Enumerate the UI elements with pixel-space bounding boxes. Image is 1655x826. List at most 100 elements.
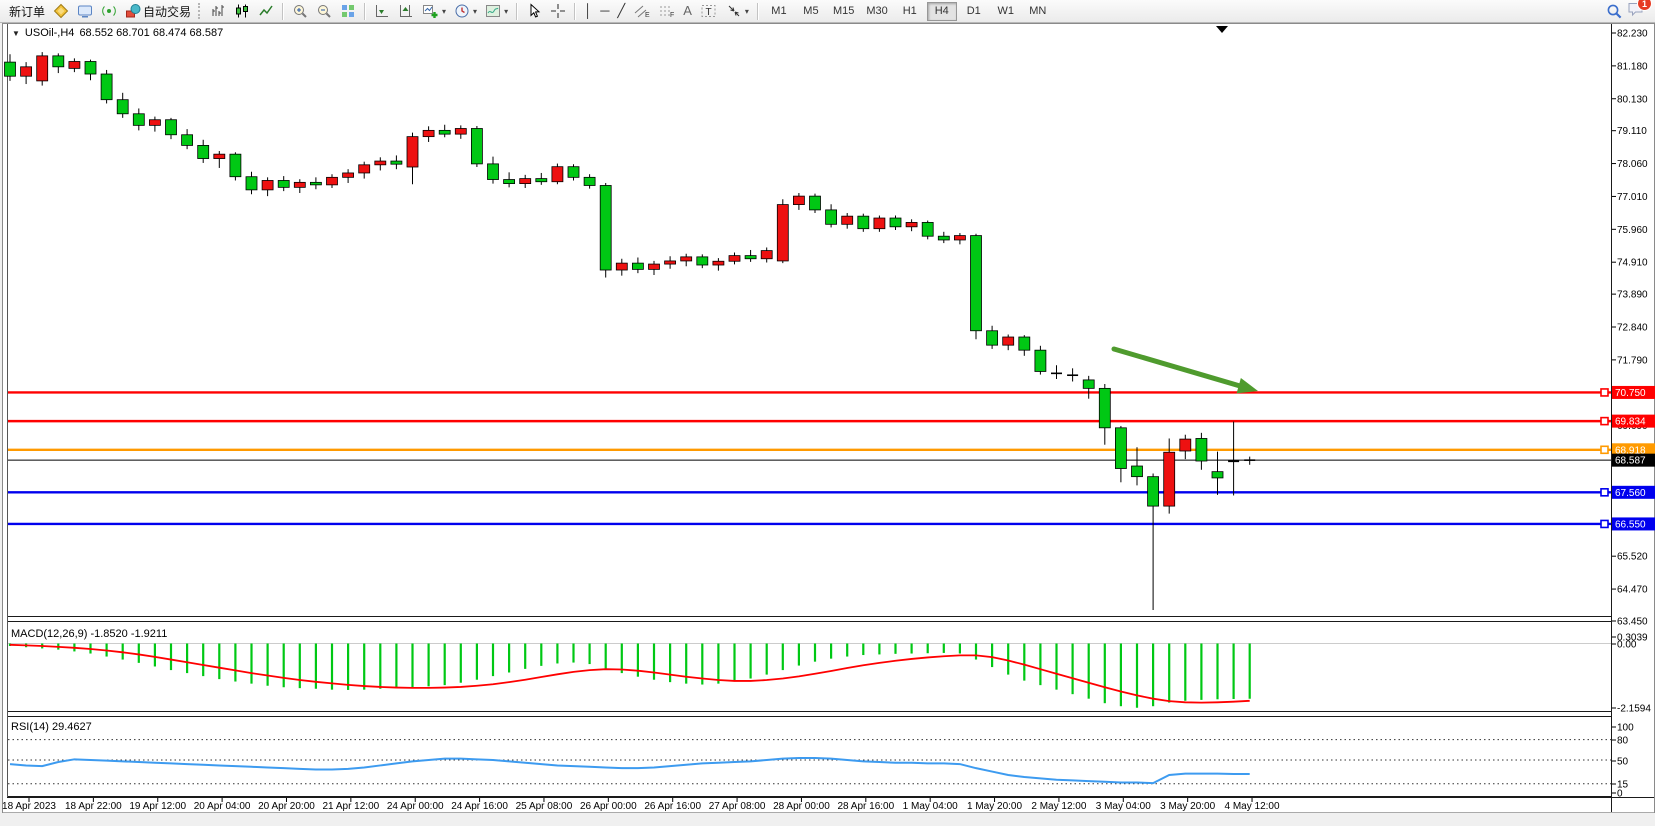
svg-text:T: T [705, 7, 711, 18]
tile-windows-button[interactable] [336, 0, 360, 22]
window-bottom-strip [3, 812, 1654, 825]
candle-body [665, 261, 676, 264]
candle-body [85, 61, 96, 74]
candle-body [278, 180, 289, 187]
auto-trading-button[interactable]: 自动交易 [121, 0, 195, 22]
candle-body [262, 180, 273, 189]
search-button[interactable] [1602, 0, 1627, 22]
chart-template-icon [485, 3, 501, 19]
notifications-button[interactable]: 1 [1627, 0, 1645, 22]
price-tag-label: 66.550 [1615, 519, 1646, 530]
crosshair-tool-button[interactable] [546, 0, 570, 22]
price-tag-label: 67.560 [1615, 488, 1646, 499]
new-chart-icon [422, 3, 439, 19]
new-order-button[interactable]: 新订单 [5, 0, 49, 22]
candlestick-mode-button[interactable] [230, 0, 254, 22]
main-toolbar: 新订单 自动交易 ▾ ▾ [0, 0, 1655, 23]
line-endpoint-marker [1601, 489, 1608, 496]
time-axis-label: 20 Apr 20:00 [258, 801, 315, 812]
timeframe-w1-button[interactable]: W1 [991, 2, 1021, 21]
arrows-icon [726, 3, 742, 19]
chevron-down-icon[interactable]: ▾ [473, 7, 477, 16]
vertical-line-tool-button[interactable]: │ [580, 0, 596, 22]
candle-body [729, 256, 740, 262]
text-label-tool-button[interactable]: T [696, 0, 722, 22]
text-tool-button[interactable]: A [679, 0, 696, 22]
candle-body [713, 261, 724, 265]
macd-indicator-label: MACD(12,26,9) -1.8520 -1.9211 [11, 628, 167, 640]
svg-text:E: E [645, 12, 650, 19]
rsi-axis-label: 100 [1617, 723, 1634, 734]
signals-button[interactable] [97, 0, 121, 22]
timeframe-mn-button[interactable]: MN [1023, 2, 1053, 21]
candle-body [777, 205, 788, 261]
timeframe-h1-button[interactable]: H1 [895, 2, 925, 21]
time-axis-label: 28 Apr 00:00 [773, 801, 830, 812]
candle-body [182, 135, 193, 146]
text-label-icon: T [700, 3, 718, 19]
candle-body [1132, 466, 1143, 477]
zoom-out-button[interactable] [312, 0, 336, 22]
bar-chart-mode-button[interactable] [206, 0, 230, 22]
timeframe-d1-button[interactable]: D1 [959, 2, 989, 21]
macd-axis-label: -2.1594 [1617, 704, 1651, 715]
toolbar-separator [574, 3, 576, 20]
title-dropdown-icon[interactable]: ▼ [12, 29, 20, 38]
fibonacci-tool-button[interactable]: F [654, 0, 679, 22]
chart-canvas[interactable]: 82.23081.18080.13079.11078.06077.01075.9… [0, 0, 1655, 826]
timeframe-m1-button[interactable]: M1 [764, 2, 794, 21]
rsi-indicator-label: RSI(14) 29.4627 [11, 721, 92, 733]
time-axis-label: 1 May 20:00 [967, 801, 1022, 812]
price-axis-tick-label: 81.180 [1617, 61, 1648, 72]
candle-body [1083, 380, 1094, 388]
line-endpoint-marker [1601, 418, 1608, 425]
time-axis-label: 26 Apr 16:00 [644, 801, 701, 812]
candlestick-icon [234, 3, 250, 19]
candle-body [697, 257, 708, 265]
rsi-axis-label: 0 [1617, 789, 1623, 800]
toolbar-separator [757, 3, 759, 20]
candle-body [423, 130, 434, 136]
time-axis-label: 26 Apr 00:00 [580, 801, 637, 812]
auto-scroll-icon [374, 3, 390, 19]
new-chart-button[interactable]: ▾ [418, 0, 450, 22]
timeframe-m30-button[interactable]: M30 [861, 2, 892, 21]
candle-body [1115, 428, 1126, 469]
toolbar-grip [198, 3, 203, 19]
gold-seal-icon [53, 3, 69, 19]
chevron-down-icon[interactable]: ▾ [745, 7, 749, 16]
chevron-down-icon[interactable]: ▾ [442, 7, 446, 16]
candle-body [906, 222, 917, 226]
candle-body [987, 331, 998, 345]
horizontal-line-tool-button[interactable]: ─ [596, 0, 613, 22]
candle-body [488, 164, 499, 180]
channel-tool-button[interactable]: E [629, 0, 654, 22]
auto-scroll-button[interactable] [370, 0, 394, 22]
cursor-tool-button[interactable] [522, 0, 546, 22]
arrows-tool-button[interactable]: ▾ [722, 0, 753, 22]
gold-seal-button[interactable] [49, 0, 73, 22]
trendline-tool-button[interactable]: ╱ [613, 0, 629, 22]
timeframe-m5-button[interactable]: M5 [796, 2, 826, 21]
chevron-down-icon[interactable]: ▾ [504, 7, 508, 16]
timeframe-h4-button[interactable]: H4 [927, 2, 957, 21]
templates-button[interactable]: ▾ [481, 0, 512, 22]
price-axis-tick-label: 82.230 [1617, 29, 1648, 40]
candle-body [632, 263, 643, 269]
zoom-out-icon [316, 3, 332, 19]
candle-body [149, 120, 160, 126]
timeframe-button-group: M1M5M15M30H1H4D1W1MN [763, 2, 1054, 21]
terminal-button[interactable] [73, 0, 97, 22]
candle-body [343, 173, 354, 177]
periods-button[interactable]: ▾ [450, 0, 481, 22]
timeframe-m15-button[interactable]: M15 [828, 2, 859, 21]
line-chart-mode-button[interactable] [254, 0, 278, 22]
time-axis-label: 21 Apr 12:00 [322, 801, 379, 812]
chart-shift-button[interactable] [394, 0, 418, 22]
equidistant-channel-icon: E [633, 3, 650, 19]
candle-body [890, 218, 901, 227]
zoom-in-button[interactable] [288, 0, 312, 22]
line-endpoint-marker [1601, 389, 1608, 396]
rsi-axis-label: 50 [1617, 757, 1629, 768]
candle-body [568, 167, 579, 178]
